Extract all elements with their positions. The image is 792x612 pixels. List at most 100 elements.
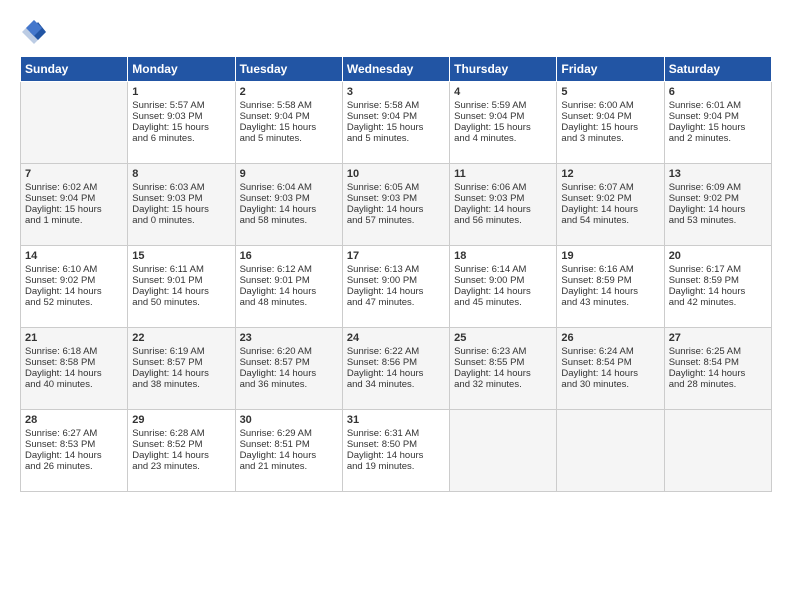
day-info: Sunset: 9:04 PM [25, 193, 123, 204]
day-info: Sunset: 8:58 PM [25, 357, 123, 368]
day-info: Daylight: 14 hours [25, 368, 123, 379]
day-info: Daylight: 15 hours [669, 122, 767, 133]
day-info: Daylight: 14 hours [240, 368, 338, 379]
day-number: 28 [25, 414, 123, 426]
day-info: Sunset: 9:01 PM [240, 275, 338, 286]
day-info: Daylight: 14 hours [240, 286, 338, 297]
day-info: Sunrise: 6:03 AM [132, 182, 230, 193]
day-info: Daylight: 14 hours [454, 368, 552, 379]
day-info: Daylight: 14 hours [347, 368, 445, 379]
day-cell: 25Sunrise: 6:23 AMSunset: 8:55 PMDayligh… [450, 328, 557, 410]
day-cell: 15Sunrise: 6:11 AMSunset: 9:01 PMDayligh… [128, 246, 235, 328]
day-info: Daylight: 14 hours [240, 204, 338, 215]
day-number: 26 [561, 332, 659, 344]
header [20, 18, 772, 46]
day-info: Sunset: 9:00 PM [347, 275, 445, 286]
day-number: 23 [240, 332, 338, 344]
day-info: Daylight: 15 hours [132, 122, 230, 133]
day-info: Sunset: 8:53 PM [25, 439, 123, 450]
day-cell: 4Sunrise: 5:59 AMSunset: 9:04 PMDaylight… [450, 82, 557, 164]
day-info: Sunset: 9:02 PM [25, 275, 123, 286]
day-info: Sunset: 9:03 PM [347, 193, 445, 204]
day-info: Daylight: 14 hours [132, 286, 230, 297]
day-cell: 2Sunrise: 5:58 AMSunset: 9:04 PMDaylight… [235, 82, 342, 164]
day-cell: 21Sunrise: 6:18 AMSunset: 8:58 PMDayligh… [21, 328, 128, 410]
day-info: Daylight: 14 hours [669, 368, 767, 379]
day-info: Daylight: 14 hours [25, 286, 123, 297]
day-cell: 6Sunrise: 6:01 AMSunset: 9:04 PMDaylight… [664, 82, 771, 164]
day-number: 17 [347, 250, 445, 262]
day-info: Daylight: 14 hours [240, 450, 338, 461]
day-info: Sunset: 8:55 PM [454, 357, 552, 368]
day-info: and 23 minutes. [132, 461, 230, 472]
day-info: Sunset: 9:03 PM [240, 193, 338, 204]
day-info: Sunset: 9:03 PM [132, 111, 230, 122]
day-cell: 28Sunrise: 6:27 AMSunset: 8:53 PMDayligh… [21, 410, 128, 492]
day-info: Sunrise: 5:57 AM [132, 100, 230, 111]
calendar-table: SundayMondayTuesdayWednesdayThursdayFrid… [20, 56, 772, 492]
day-info: and 45 minutes. [454, 297, 552, 308]
day-info: and 21 minutes. [240, 461, 338, 472]
day-cell: 27Sunrise: 6:25 AMSunset: 8:54 PMDayligh… [664, 328, 771, 410]
day-info: Sunset: 8:54 PM [561, 357, 659, 368]
day-info: Sunrise: 5:59 AM [454, 100, 552, 111]
day-info: Sunset: 9:04 PM [454, 111, 552, 122]
day-number: 22 [132, 332, 230, 344]
day-cell: 11Sunrise: 6:06 AMSunset: 9:03 PMDayligh… [450, 164, 557, 246]
day-number: 30 [240, 414, 338, 426]
day-info: and 34 minutes. [347, 379, 445, 390]
header-row: SundayMondayTuesdayWednesdayThursdayFrid… [21, 57, 772, 82]
day-number: 5 [561, 86, 659, 98]
day-cell: 29Sunrise: 6:28 AMSunset: 8:52 PMDayligh… [128, 410, 235, 492]
day-info: and 19 minutes. [347, 461, 445, 472]
day-info: Sunrise: 6:00 AM [561, 100, 659, 111]
col-header-friday: Friday [557, 57, 664, 82]
day-info: Daylight: 15 hours [25, 204, 123, 215]
day-info: Sunrise: 6:14 AM [454, 264, 552, 275]
day-info: and 40 minutes. [25, 379, 123, 390]
day-number: 16 [240, 250, 338, 262]
day-info: Daylight: 14 hours [561, 286, 659, 297]
day-info: Sunrise: 5:58 AM [347, 100, 445, 111]
day-number: 2 [240, 86, 338, 98]
day-cell: 12Sunrise: 6:07 AMSunset: 9:02 PMDayligh… [557, 164, 664, 246]
day-info: Sunrise: 6:16 AM [561, 264, 659, 275]
day-number: 27 [669, 332, 767, 344]
day-info: Sunset: 8:59 PM [561, 275, 659, 286]
day-info: and 56 minutes. [454, 215, 552, 226]
day-info: Daylight: 14 hours [454, 286, 552, 297]
day-cell: 16Sunrise: 6:12 AMSunset: 9:01 PMDayligh… [235, 246, 342, 328]
day-number: 24 [347, 332, 445, 344]
day-number: 19 [561, 250, 659, 262]
day-cell: 23Sunrise: 6:20 AMSunset: 8:57 PMDayligh… [235, 328, 342, 410]
day-info: Sunset: 8:57 PM [132, 357, 230, 368]
day-info: Daylight: 14 hours [347, 204, 445, 215]
day-info: Daylight: 15 hours [454, 122, 552, 133]
day-info: Daylight: 14 hours [347, 450, 445, 461]
day-info: Sunset: 9:03 PM [454, 193, 552, 204]
day-info: Sunrise: 5:58 AM [240, 100, 338, 111]
day-info: Sunrise: 6:13 AM [347, 264, 445, 275]
page: SundayMondayTuesdayWednesdayThursdayFrid… [0, 0, 792, 502]
day-info: Sunset: 8:56 PM [347, 357, 445, 368]
day-info: and 30 minutes. [561, 379, 659, 390]
day-info: Sunset: 8:57 PM [240, 357, 338, 368]
day-cell: 3Sunrise: 5:58 AMSunset: 9:04 PMDaylight… [342, 82, 449, 164]
day-cell: 14Sunrise: 6:10 AMSunset: 9:02 PMDayligh… [21, 246, 128, 328]
week-row-2: 7Sunrise: 6:02 AMSunset: 9:04 PMDaylight… [21, 164, 772, 246]
day-info: and 6 minutes. [132, 133, 230, 144]
day-info: and 3 minutes. [561, 133, 659, 144]
day-info: Daylight: 14 hours [132, 368, 230, 379]
day-cell: 5Sunrise: 6:00 AMSunset: 9:04 PMDaylight… [557, 82, 664, 164]
day-info: and 48 minutes. [240, 297, 338, 308]
day-info: Sunset: 8:52 PM [132, 439, 230, 450]
day-number: 25 [454, 332, 552, 344]
day-cell: 19 Sunrise: 6:16 AMSunset: 8:59 PMDayligh… [557, 246, 664, 328]
day-number: 8 [132, 168, 230, 180]
day-info: Sunrise: 6:02 AM [25, 182, 123, 193]
day-cell: 18Sunrise: 6:14 AMSunset: 9:00 PMDayligh… [450, 246, 557, 328]
day-info: Sunrise: 6:31 AM [347, 428, 445, 439]
day-info: Daylight: 14 hours [347, 286, 445, 297]
day-number: 18 [454, 250, 552, 262]
day-info: Daylight: 14 hours [669, 286, 767, 297]
